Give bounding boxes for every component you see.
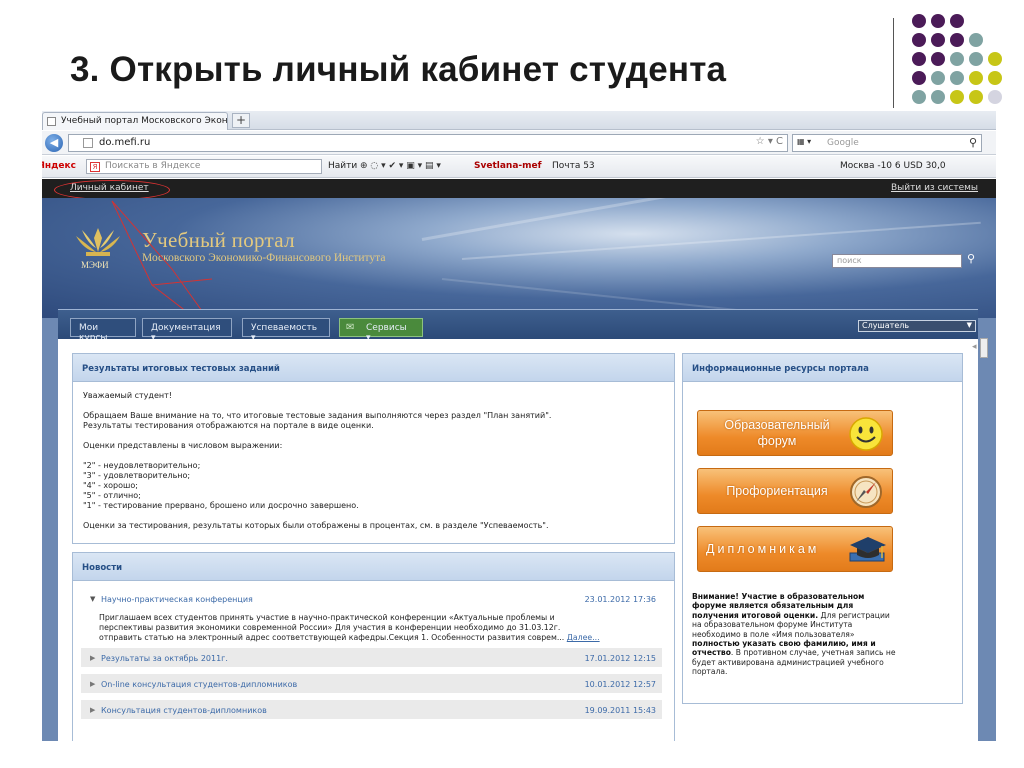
news-text: отправить статью на электронный адрес со… (99, 633, 565, 642)
greeting: Уважаемый студент! (83, 391, 172, 400)
url-text: do.mefi.ru (99, 137, 151, 148)
yandex-user[interactable]: Svetlana-mef (474, 161, 542, 171)
news-date: 19.09.2011 15:43 (584, 706, 656, 715)
graduates-button[interactable]: Дипломникам (697, 526, 893, 572)
scroll-left-icon[interactable]: ◂ (972, 342, 977, 352)
grade-item: "2" - неудовлетворительно; (83, 461, 201, 470)
smiley-icon (849, 417, 883, 451)
bookmark-star-icon[interactable]: ☆ ▾ C (756, 136, 783, 147)
resources-panel-title: Информационные ресурсы портала (683, 354, 962, 382)
search-placeholder: Google (827, 138, 859, 148)
news-date: 23.01.2012 17:36 (584, 595, 656, 604)
news-title: Результаты за октябрь 2011г. (101, 654, 228, 663)
news-text: Приглашаем всех студентов принять участи… (99, 613, 555, 622)
scrollbar-thumb[interactable] (980, 338, 988, 358)
results-text: Результаты тестирования отображаются на … (83, 421, 374, 430)
results-text: Оценки за тестирования, результаты котор… (83, 521, 549, 530)
news-row[interactable]: ▶ Результаты за октябрь 2011г. 17.01.201… (81, 647, 662, 667)
yandex-mail[interactable]: Почта 53 (552, 161, 595, 171)
news-date: 10.01.2012 12:57 (584, 680, 656, 689)
resources-panel: Информационные ресурсы портала Образоват… (682, 353, 963, 704)
slide-title: 3. Открыть личный кабинет студента (70, 50, 727, 89)
navigation-bar: ◀ do.mefi.ru ☆ ▾ C ▦ ▾ Google ⚲ (42, 131, 996, 155)
portal-menu: Мои курсы Документация ▾ Успеваемость ▾ … (58, 309, 978, 343)
triangle-down-icon[interactable]: ▼ (90, 595, 95, 603)
read-more-link[interactable]: Далее... (567, 633, 600, 642)
forum-button[interactable]: Образовательный форум (697, 410, 893, 456)
browser-tab[interactable]: Учебный портал Московского Экон... (42, 112, 228, 130)
yandex-logo[interactable]: Яндекс (42, 161, 76, 171)
role-select[interactable]: Слушатель ▼ (858, 320, 976, 332)
role-value: Слушатель (862, 321, 910, 330)
news-title[interactable]: Научно-практическая конференция (101, 595, 253, 604)
forum-notice: Внимание! Участие в образовательном фору… (692, 592, 897, 677)
news-excerpt: Приглашаем всех студентов принять участи… (99, 613, 600, 643)
search-icon[interactable]: ⚲ (969, 136, 977, 149)
news-title: On-line консультация студентов-дипломник… (101, 680, 298, 689)
career-label: Профориентация (726, 484, 828, 498)
tab-title: Учебный портал Московского Экон... (61, 116, 228, 126)
menu-services[interactable]: ✉ Сервисы ▾ (339, 318, 423, 343)
page-icon (83, 138, 93, 148)
news-row[interactable]: ▶ Консультация студентов-дипломников 19.… (81, 699, 662, 719)
news-row[interactable]: ▶ On-line консультация студентов-дипломн… (81, 673, 662, 693)
decorative-dots (912, 14, 1022, 114)
menu-progress[interactable]: Успеваемость ▾ (242, 318, 330, 343)
grade-item: "4" - хорошо; (83, 481, 138, 490)
results-panel-title: Результаты итоговых тестовых заданий (73, 354, 674, 382)
chat-icon: ✉ (346, 322, 355, 333)
chevron-down-icon: ▼ (966, 321, 972, 329)
career-guidance-button[interactable]: Профориентация (697, 468, 893, 514)
address-bar[interactable]: do.mefi.ru ☆ ▾ C (68, 134, 788, 152)
yandex-search-input[interactable]: Я Поискать в Яндексе (86, 159, 322, 174)
graduation-cap-icon (849, 537, 886, 562)
news-date: 17.01.2012 12:15 (584, 654, 656, 663)
back-arrow-icon[interactable]: ◀ (45, 134, 63, 152)
forum-label: форум (757, 434, 797, 448)
browser-search-input[interactable]: ▦ ▾ Google ⚲ (792, 134, 982, 152)
grade-item: "5" - отлично; (83, 491, 141, 500)
forum-label: Образовательный (724, 418, 830, 432)
yandex-icon: Я (90, 162, 100, 172)
menu-my-courses[interactable]: Мои курсы (70, 318, 136, 343)
news-panel-title: Новости (73, 553, 674, 581)
grade-item: "1" - тестирование прервано, брошено или… (83, 501, 359, 510)
triangle-right-icon: ▶ (90, 680, 96, 688)
triangle-right-icon: ▶ (90, 706, 96, 714)
new-tab-button[interactable]: + (232, 113, 250, 128)
results-panel-body: Уважаемый студент! Обращаем Ваше внимани… (73, 382, 674, 531)
news-item-expanded: ▼ Научно-практическая конференция 23.01.… (81, 589, 662, 643)
results-panel: Результаты итоговых тестовых заданий Ува… (72, 353, 675, 544)
yandex-find-button[interactable]: Найти (328, 161, 357, 171)
yandex-toolbar: Яндекс Я Поискать в Яндексе Найти ⊕ ◌ ▾ … (42, 156, 996, 178)
results-text: Оценки представлены в числовом выражении… (83, 441, 283, 450)
yandex-search-placeholder: Поискать в Яндексе (105, 161, 201, 171)
portal-content: ◂ Результаты итоговых тестовых заданий У… (58, 339, 978, 741)
news-panel: Новости ▼ Научно-практическая конференци… (72, 552, 675, 741)
news-text: перспективы развития экономики современн… (99, 623, 561, 632)
compass-icon (850, 476, 882, 508)
results-text: Обращаем Ваше внимание на то, что итогов… (83, 411, 552, 420)
search-engine-icon[interactable]: ▦ ▾ (797, 137, 823, 149)
divider-line (893, 18, 894, 108)
news-title: Консультация студентов-дипломников (101, 706, 267, 715)
graduates-label: Дипломникам (706, 542, 820, 556)
menu-documentation[interactable]: Документация ▾ (142, 318, 232, 343)
toolbar-icons[interactable]: ⊕ ◌ ▾ ✔ ▾ ▣ ▾ ▤ ▾ (360, 161, 441, 171)
browser-window: Учебный портал Московского Экон... + ◀ d… (42, 111, 996, 741)
grade-item: "3" - удовлетворительно; (83, 471, 191, 480)
triangle-right-icon: ▶ (90, 654, 96, 662)
portal-page: Личный кабинет Выйти из системы МЭФИ Уче… (42, 179, 996, 741)
page-icon (47, 117, 56, 126)
tab-bar: Учебный портал Московского Экон... + (42, 111, 996, 130)
weather-widget[interactable]: Москва -10 6 USD 30,0 (840, 161, 946, 171)
